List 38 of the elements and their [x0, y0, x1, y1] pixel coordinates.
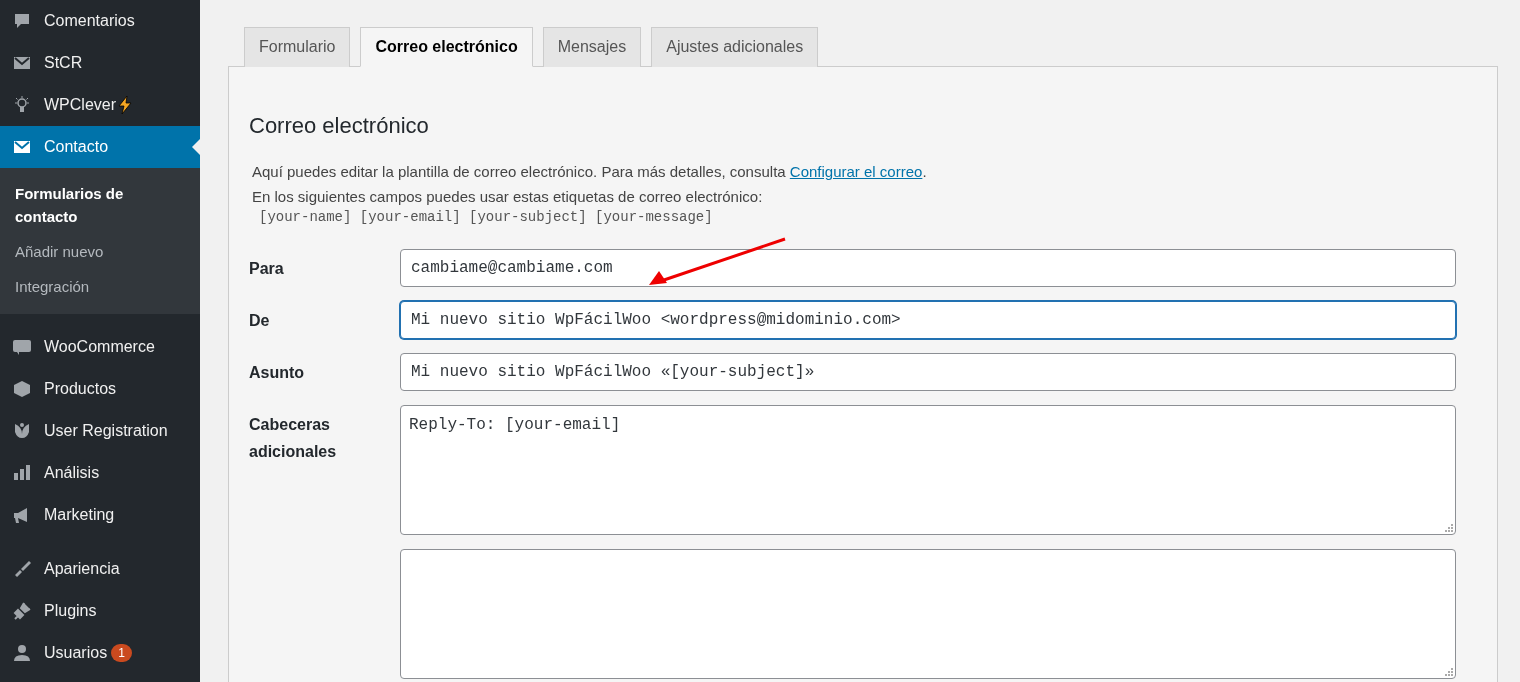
- field-label: Cabeceras adicionales: [249, 415, 338, 462]
- mail-tags: [your-name] [your-email] [your-subject] [your-message]: [259, 209, 1467, 225]
- input-field[interactable]: Mi nuevo sitio WpFácilWoo «[your-subject]»: [400, 353, 1456, 391]
- submenu-item[interactable]: Añadir nuevo: [0, 234, 180, 269]
- text-area[interactable]: [400, 549, 1456, 679]
- sidebar-item[interactable]: Análisis: [0, 452, 200, 494]
- lightning-icon: [118, 96, 132, 114]
- text-area[interactable]: Reply-To: [your-email]: [400, 405, 1456, 535]
- submenu-item[interactable]: Formularios de contacto: [0, 176, 180, 234]
- field-label: Asunto: [249, 363, 306, 383]
- resize-grip-icon: [1443, 666, 1453, 676]
- sidebar-item[interactable]: Marketing: [0, 494, 200, 536]
- section-heading: Correo electrónico: [249, 113, 430, 139]
- sidebar-item[interactable]: Usuarios 1: [0, 632, 200, 674]
- sidebar-item[interactable]: User Registration: [0, 410, 200, 452]
- sidebar-item[interactable]: Productos: [0, 368, 200, 410]
- description-text: Aquí puedes editar la plantilla de correo electrónico. Para más detalles, consulta Configurar el correo.: [252, 162, 928, 182]
- sidebar-item[interactable]: Plugins: [0, 590, 200, 632]
- field-label: De: [249, 311, 271, 331]
- description-text: En los siguientes campos puedes usar estas etiquetas de correo electrónico:: [252, 187, 764, 207]
- tab[interactable]: Ajustes adicionales: [651, 27, 819, 67]
- configure-link[interactable]: Configurar el correo: [789, 163, 923, 180]
- tab[interactable]: Mensajes: [542, 27, 642, 67]
- menu-icon: [10, 337, 34, 357]
- field-label: Para: [249, 259, 285, 279]
- count-badge: 1: [111, 644, 132, 662]
- input-field[interactable]: Mi nuevo sitio WpFácilWoo <wordpress@midominio.com>: [400, 301, 1456, 339]
- sidebar-item[interactable]: WPClever: [0, 84, 200, 126]
- sidebar-item[interactable]: Apariencia: [0, 548, 200, 590]
- input-field[interactable]: cambiame@cambiame.com: [400, 249, 1456, 287]
- tab[interactable]: Correo electrónico: [360, 27, 533, 67]
- sidebar-item[interactable]: Contacto: [0, 126, 200, 168]
- tab[interactable]: Formulario: [244, 27, 351, 67]
- resize-grip-icon: [1443, 522, 1453, 532]
- sidebar-item[interactable]: WooCommerce: [0, 326, 200, 368]
- sidebar-item[interactable]: StCR: [0, 42, 200, 84]
- submenu-item[interactable]: Integración: [0, 269, 180, 304]
- sidebar-item[interactable]: Comentarios: [0, 0, 200, 42]
